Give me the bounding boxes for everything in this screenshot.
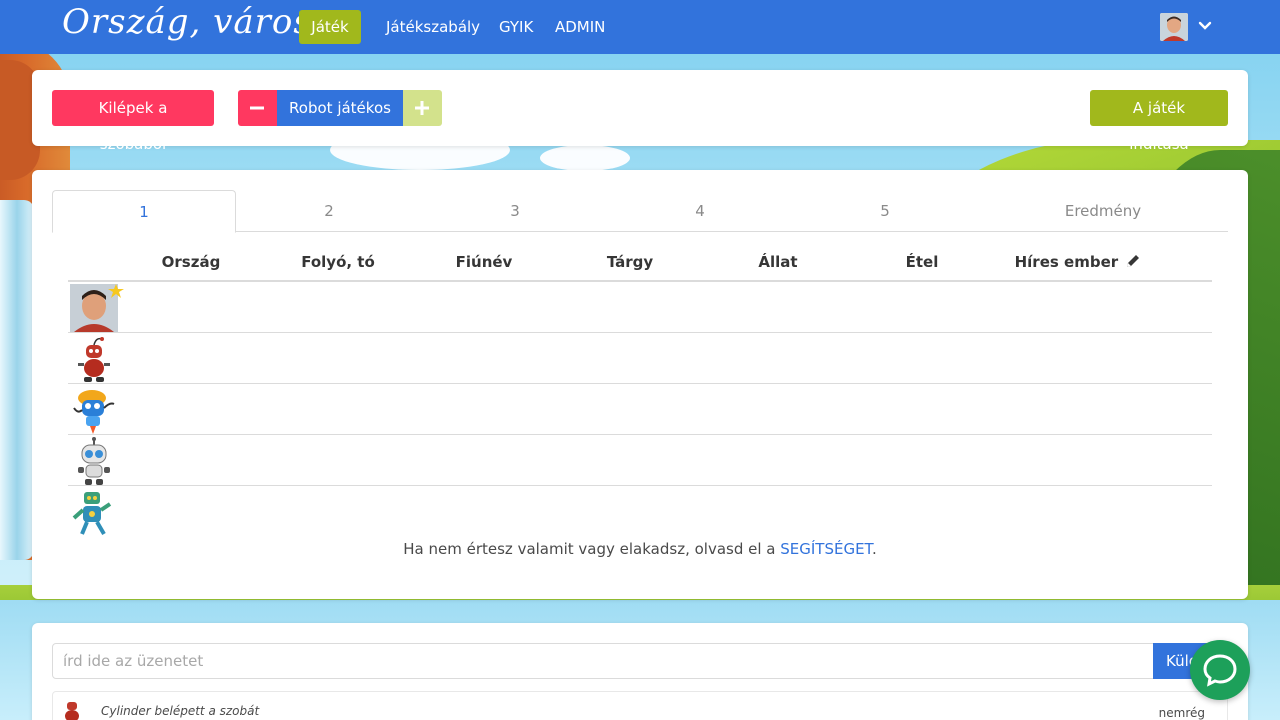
player-avatar-red-robot [70, 335, 118, 383]
table-row [68, 486, 1212, 537]
column-header-food: Étel [905, 253, 939, 271]
nav-item-rules[interactable]: Játékszabály [374, 10, 492, 44]
help-hint: Ha nem értesz valamit vagy elakadsz, olv… [32, 540, 1248, 558]
table-header: Ország Folyó, tó Fiúnév Tárgy Állat Étel… [68, 242, 1212, 282]
start-game-button[interactable]: A játék indítása [1090, 90, 1228, 153]
robot-player-label: Robot játékos [277, 90, 403, 126]
tab-round-4[interactable]: 4 [608, 190, 792, 232]
red-robot-icon [65, 702, 79, 720]
column-header-boy-name: Fiúnév [455, 253, 513, 271]
robot-player-control: Robot játékos [238, 90, 442, 126]
tab-results[interactable]: Eredmény [978, 190, 1228, 232]
user-avatar-icon [1160, 13, 1188, 41]
tab-round-2[interactable]: 2 [236, 190, 422, 232]
nav-item-game[interactable]: Játék [299, 10, 361, 44]
tab-round-3[interactable]: 3 [422, 190, 608, 232]
chat-message-time: nemrég [1158, 706, 1205, 720]
table-row [68, 435, 1212, 486]
column-header-country: Ország [161, 253, 221, 271]
room-actions-card: Kilépek a szobából Robot játékos A játék… [32, 70, 1248, 153]
tab-round-5[interactable]: 5 [792, 190, 978, 232]
answers-table: Ország Folyó, tó Fiúnév Tárgy Állat Étel… [68, 242, 1212, 537]
blue-rocket-robot-icon [73, 390, 115, 434]
user-avatar[interactable] [1160, 13, 1188, 41]
help-text: Ha nem értesz valamit vagy elakadsz, olv… [403, 540, 781, 558]
round-tabs: 1 2 3 4 5 Eredmény [52, 190, 1228, 233]
column-header-animal: Állat [758, 253, 798, 271]
table-row [68, 282, 1212, 333]
leave-room-button[interactable]: Kilépek a szobából [52, 90, 214, 153]
column-header-river: Folyó, tó [301, 253, 375, 271]
top-navbar: Ország, város... Játék Játékszabály GYIK… [0, 0, 1280, 54]
chevron-down-icon[interactable] [1197, 18, 1213, 34]
chat-message-avatar [61, 700, 83, 720]
help-suffix: . [871, 540, 877, 558]
add-robot-button[interactable] [403, 90, 442, 126]
cloud [540, 145, 630, 171]
green-robot-icon [72, 492, 112, 536]
player-avatar-white-robot [70, 437, 118, 485]
pencil-icon[interactable] [1125, 253, 1141, 269]
chat-message: Cylinder belépett a szobát nemrég [52, 691, 1228, 720]
remove-robot-button[interactable] [238, 90, 277, 126]
minus-icon [250, 106, 264, 110]
player-avatar-human [70, 284, 124, 332]
human-avatar-icon [70, 284, 124, 332]
column-header-object: Tárgy [606, 253, 654, 271]
chat-message-input[interactable] [52, 643, 1154, 679]
table-row [68, 333, 1212, 384]
chat-card: Küld Cylinder belépett a szobát nemrég [32, 623, 1248, 720]
table-row [68, 384, 1212, 435]
player-avatar-blue-robot [70, 386, 118, 434]
chat-bubble-icon [1203, 654, 1237, 687]
chat-support-button[interactable] [1190, 640, 1250, 700]
tab-round-1[interactable]: 1 [52, 190, 236, 233]
player-avatar-green-robot [70, 488, 118, 536]
chat-message-text: Cylinder belépett a szobát [101, 704, 260, 718]
game-board-card: 1 2 3 4 5 Eredmény Ország Folyó, tó Fiún… [32, 170, 1248, 599]
column-header-famous-person: Híres ember [1008, 242, 1148, 282]
nav-item-faq[interactable]: GYIK [487, 10, 545, 44]
white-robot-icon [78, 437, 110, 485]
nav-item-admin[interactable]: ADMIN [543, 10, 617, 44]
waterfall [0, 200, 34, 560]
plus-icon [415, 101, 429, 115]
red-robot-icon [78, 337, 110, 382]
help-link[interactable]: SEGÍTSÉGET [780, 540, 872, 558]
column-header-famous-person-label: Híres ember [1014, 253, 1119, 271]
